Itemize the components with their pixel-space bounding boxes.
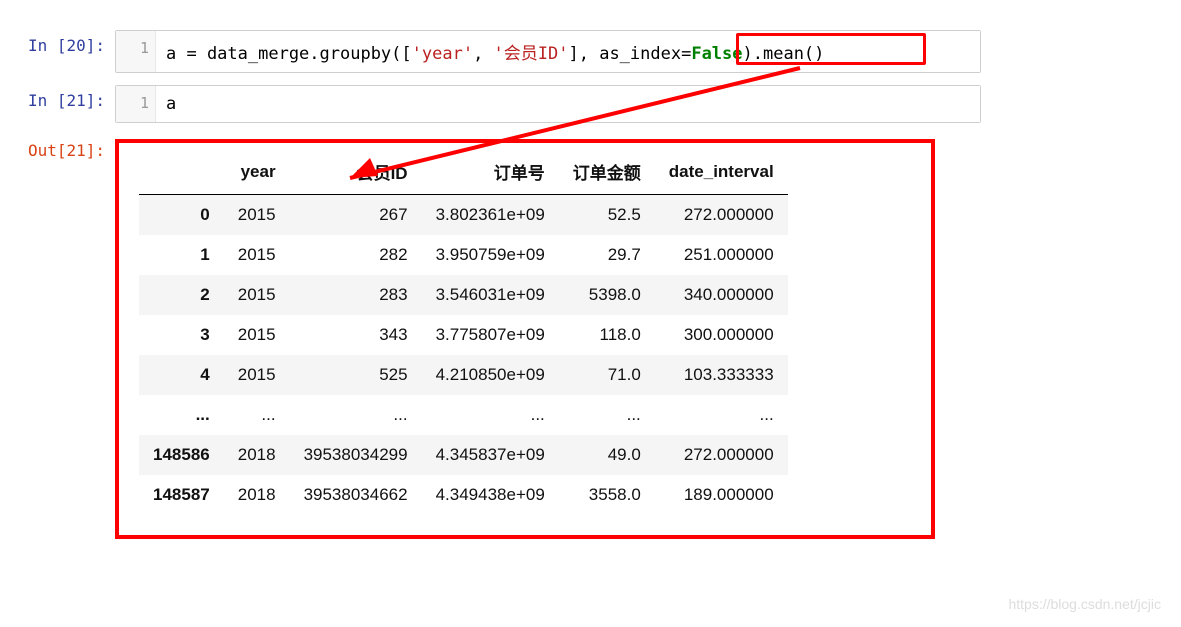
row-index: ... <box>139 395 224 435</box>
col-year: year <box>224 149 290 195</box>
output-area-21: year 会员ID 订单号 订单金额 date_interval 0201526… <box>115 135 1181 515</box>
table-cell: 3.802361e+09 <box>422 195 559 236</box>
table-cell: 118.0 <box>559 315 655 355</box>
table-cell: 2015 <box>224 315 290 355</box>
table-cell: 272.000000 <box>655 435 788 475</box>
table-cell: 267 <box>290 195 422 236</box>
table-cell: 103.333333 <box>655 355 788 395</box>
cell-in-20: In [20]: 1 a = data_merge.groupby(['year… <box>0 30 1181 73</box>
code-text-20: a = data_merge.groupby(['year', '会员ID'],… <box>156 31 980 72</box>
table-cell: 3.775807e+09 <box>422 315 559 355</box>
table-cell: 2015 <box>224 235 290 275</box>
table-cell: 2015 <box>224 195 290 236</box>
prompt-out-21: Out[21]: <box>0 135 115 166</box>
table-cell: 340.000000 <box>655 275 788 315</box>
dataframe-table: year 会员ID 订单号 订单金额 date_interval 0201526… <box>139 149 788 515</box>
table-cell: 5398.0 <box>559 275 655 315</box>
table-cell: 4.345837e+09 <box>422 435 559 475</box>
table-cell: 2015 <box>224 355 290 395</box>
row-index: 148586 <box>139 435 224 475</box>
col-member-id: 会员ID <box>290 149 422 195</box>
cell-in-21: In [21]: 1 a <box>0 85 1181 123</box>
table-row: 020152673.802361e+0952.5272.000000 <box>139 195 788 236</box>
table-row: 320153433.775807e+09118.0300.000000 <box>139 315 788 355</box>
row-index: 3 <box>139 315 224 355</box>
cell-out-21: Out[21]: year 会员ID 订单号 订单金额 date_interva… <box>0 135 1181 515</box>
table-cell: 525 <box>290 355 422 395</box>
col-order-no: 订单号 <box>422 149 559 195</box>
table-cell: ... <box>559 395 655 435</box>
row-index: 2 <box>139 275 224 315</box>
line-number: 1 <box>116 86 156 122</box>
table-cell: 71.0 <box>559 355 655 395</box>
table-row: 220152833.546031e+095398.0340.000000 <box>139 275 788 315</box>
line-number: 1 <box>116 31 156 72</box>
table-cell: 52.5 <box>559 195 655 236</box>
table-row: 120152823.950759e+0929.7251.000000 <box>139 235 788 275</box>
prompt-in-20: In [20]: <box>0 30 115 61</box>
table-cell: 283 <box>290 275 422 315</box>
table-cell: 3558.0 <box>559 475 655 515</box>
code-input-20[interactable]: 1 a = data_merge.groupby(['year', '会员ID'… <box>115 30 981 73</box>
table-cell: 251.000000 <box>655 235 788 275</box>
table-cell: 2015 <box>224 275 290 315</box>
table-cell: 29.7 <box>559 235 655 275</box>
notebook: In [20]: 1 a = data_merge.groupby(['year… <box>0 0 1181 515</box>
col-order-amount: 订单金额 <box>559 149 655 195</box>
table-cell: ... <box>422 395 559 435</box>
table-cell: ... <box>224 395 290 435</box>
table-cell: 39538034299 <box>290 435 422 475</box>
row-index: 1 <box>139 235 224 275</box>
table-cell: 300.000000 <box>655 315 788 355</box>
table-row: .................. <box>139 395 788 435</box>
table-cell: 49.0 <box>559 435 655 475</box>
table-cell: ... <box>655 395 788 435</box>
row-index: 0 <box>139 195 224 236</box>
table-cell: 3.546031e+09 <box>422 275 559 315</box>
table-cell: 282 <box>290 235 422 275</box>
table-cell: 4.210850e+09 <box>422 355 559 395</box>
table-cell: 4.349438e+09 <box>422 475 559 515</box>
row-index: 148587 <box>139 475 224 515</box>
table-header-row: year 会员ID 订单号 订单金额 date_interval <box>139 149 788 195</box>
table-cell: ... <box>290 395 422 435</box>
table-cell: 189.000000 <box>655 475 788 515</box>
table-cell: 343 <box>290 315 422 355</box>
table-cell: 2018 <box>224 475 290 515</box>
table-cell: 272.000000 <box>655 195 788 236</box>
table-cell: 39538034662 <box>290 475 422 515</box>
watermark: https://blog.csdn.net/jcjic <box>1008 596 1161 612</box>
row-index: 4 <box>139 355 224 395</box>
table-row: 420155254.210850e+0971.0103.333333 <box>139 355 788 395</box>
code-input-21[interactable]: 1 a <box>115 85 981 123</box>
col-date-interval: date_interval <box>655 149 788 195</box>
table-cell: 2018 <box>224 435 290 475</box>
code-text-21: a <box>156 86 980 122</box>
table-row: 1485862018395380342994.345837e+0949.0272… <box>139 435 788 475</box>
table-row: 1485872018395380346624.349438e+093558.01… <box>139 475 788 515</box>
table-cell: 3.950759e+09 <box>422 235 559 275</box>
prompt-in-21: In [21]: <box>0 85 115 116</box>
